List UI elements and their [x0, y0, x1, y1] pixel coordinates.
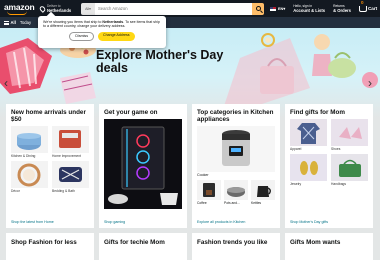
search-category-select[interactable]: All ▾ [81, 2, 95, 15]
all-menu[interactable]: All [11, 20, 16, 25]
card-gifts-mom-wants: Gifts Mom wants [285, 233, 373, 260]
carousel-prev-icon[interactable]: ‹ [4, 76, 8, 90]
tile-caption: Shoes [331, 147, 341, 152]
tile-caption: Décor [11, 189, 20, 194]
gaming-pc-image[interactable] [104, 119, 182, 210]
tile-caption: Bedding & Bath [52, 189, 75, 194]
card-link[interactable]: Shop the latest from Home [11, 220, 54, 224]
kettles-image [251, 180, 275, 201]
dismiss-button[interactable]: Dismiss [69, 31, 94, 41]
carousel-next-icon[interactable]: › [368, 76, 372, 90]
cards-row: New home arrivals under $50 Kitchen & Di… [6, 104, 374, 228]
tile-handbags[interactable]: Handbags [331, 154, 368, 186]
card-link[interactable]: Shop gaming [104, 220, 125, 224]
language-label: EN [278, 6, 284, 11]
popup-country: Netherlands [102, 20, 124, 24]
search-input[interactable] [95, 2, 252, 15]
card-fashion-for-less: Shop Fashion for less [6, 233, 94, 260]
cards-row-2: Shop Fashion for less Gifts for techie M… [6, 233, 374, 260]
cart-count: 0 [360, 0, 364, 5]
card-title: Fashion trends you like [197, 239, 268, 246]
tile-caption: Coffee [197, 201, 207, 206]
handbags-image [331, 154, 368, 182]
subnav-item-today[interactable]: Today [20, 20, 31, 25]
card-title: Find gifts for Mom [290, 109, 345, 116]
tile-caption: Apparel [290, 147, 302, 152]
logo-smile-icon [7, 11, 27, 15]
account-label: Account & Lists [293, 8, 326, 14]
bedding-bath-image [52, 161, 89, 189]
tile-jewelry[interactable]: Jewelry [290, 154, 327, 186]
cooker-image[interactable] [197, 126, 275, 173]
card-title: Shop Fashion for less [11, 239, 77, 246]
jewelry-image [290, 154, 327, 182]
card-link[interactable]: Shop Mother's Day gifts [290, 220, 328, 224]
kitchen-dining-image [11, 126, 48, 154]
home-improvement-image [52, 126, 89, 154]
us-flag-icon [270, 6, 276, 11]
card-title: Gifts Mom wants [290, 239, 341, 246]
coffee-image [197, 180, 221, 201]
tile-home-improvement[interactable]: Home Improvement [52, 126, 89, 158]
hero-title: Explore Mother's Day deals [96, 48, 224, 75]
pots-image [224, 180, 248, 201]
tile-caption: Jewelry [290, 182, 302, 187]
card-title: Get your game on [104, 109, 158, 116]
orders-label: & Orders [333, 8, 351, 14]
search-bar: All ▾ [81, 2, 264, 15]
tile-bedding-bath[interactable]: Bedding & Bath [52, 161, 89, 193]
tile-kitchen-dining[interactable]: Kitchen & Dining [11, 126, 48, 158]
deliver-to[interactable]: Deliver to Netherlands [38, 4, 78, 13]
hamburger-menu-icon[interactable] [4, 20, 9, 25]
card-home-arrivals: New home arrivals under $50 Kitchen & Di… [6, 104, 94, 228]
tile-shoes[interactable]: Shoes [331, 119, 368, 151]
card-title: Gifts for techie Mom [104, 239, 165, 246]
tile-decor[interactable]: Décor [11, 161, 48, 193]
tile-caption: Pots and... [224, 201, 240, 206]
account-menu[interactable]: Hello, sign in Account & Lists [293, 4, 325, 14]
tile-coffee[interactable]: Coffee [197, 180, 221, 205]
search-button[interactable] [252, 2, 264, 15]
shoes-image [331, 119, 368, 147]
card-kitchen-appliances: Top categories in Kitchen appliances Coo… [192, 104, 280, 228]
card-fashion-trends: Fashion trends you like [192, 233, 280, 260]
tile-caption: Handbags [331, 182, 347, 187]
card-gifts-for-mom: Find gifts for Mom Apparel Shoes Jewelry [285, 104, 373, 228]
tile-caption: Kettles [251, 201, 262, 206]
search-category-label: All [85, 6, 90, 11]
card-gaming: Get your game on Shop gaming [99, 104, 187, 228]
top-nav: amazon Deliver to Netherlands All▾ EN▾ H… [0, 0, 380, 17]
returns-orders[interactable]: Returns & Orders [333, 4, 351, 14]
popup-message-start: We're showing you items that ship to [43, 20, 103, 24]
cart-icon [358, 5, 367, 12]
card-link[interactable]: Explore all products in Kitchen [197, 220, 245, 224]
cart-button[interactable]: 0 Cart [358, 0, 378, 12]
delivery-popup: We're showing you items that ship to Net… [38, 16, 166, 48]
cart-label: Cart [367, 6, 378, 11]
card-title: New home arrivals under $50 [11, 109, 86, 124]
tile-pots[interactable]: Pots and... [224, 180, 248, 205]
main-caption: Cooker [197, 173, 209, 178]
amazon-logo[interactable]: amazon [4, 2, 36, 15]
change-address-button[interactable]: Change Address [98, 31, 135, 41]
location-pin-icon [38, 4, 47, 13]
decor-image [11, 161, 48, 189]
card-techie-mom: Gifts for techie Mom [99, 233, 187, 260]
tile-apparel[interactable]: Apparel [290, 119, 327, 151]
tile-caption: Kitchen & Dining [11, 154, 36, 159]
tile-caption: Home Improvement [52, 154, 81, 159]
tile-kettles[interactable]: Kettles [251, 180, 275, 205]
popup-message: We're showing you items that ship to Net… [43, 20, 161, 29]
search-icon [255, 6, 261, 11]
apparel-image [290, 119, 327, 147]
card-title: Top categories in Kitchen appliances [197, 109, 274, 124]
language-selector[interactable]: EN ▾ [270, 6, 285, 11]
